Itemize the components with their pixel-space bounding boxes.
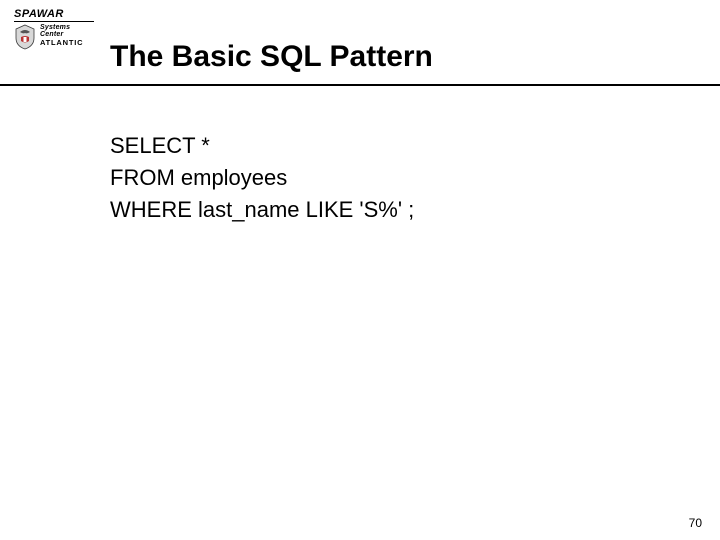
title-rule bbox=[0, 84, 720, 86]
eagle-shield-icon bbox=[14, 24, 36, 50]
brand-logo: SPAWAR Systems Center ATLANTIC bbox=[14, 8, 94, 50]
slide-body: SELECT * FROM employees WHERE last_name … bbox=[110, 130, 414, 226]
sql-line-1: SELECT * bbox=[110, 130, 414, 162]
sql-line-3: WHERE last_name LIKE 'S%' ; bbox=[110, 194, 414, 226]
brand-sub-line2: ATLANTIC bbox=[40, 39, 83, 47]
brand-sub-line1b: Center bbox=[40, 31, 83, 38]
slide-title: The Basic SQL Pattern bbox=[110, 40, 433, 74]
sql-line-2: FROM employees bbox=[110, 162, 414, 194]
brand-subtext: Systems Center ATLANTIC bbox=[40, 24, 83, 47]
page-number: 70 bbox=[689, 516, 702, 530]
brand-sub-line1a: Systems bbox=[40, 24, 83, 31]
brand-subblock: Systems Center ATLANTIC bbox=[14, 24, 94, 50]
brand-name: SPAWAR bbox=[14, 8, 94, 22]
